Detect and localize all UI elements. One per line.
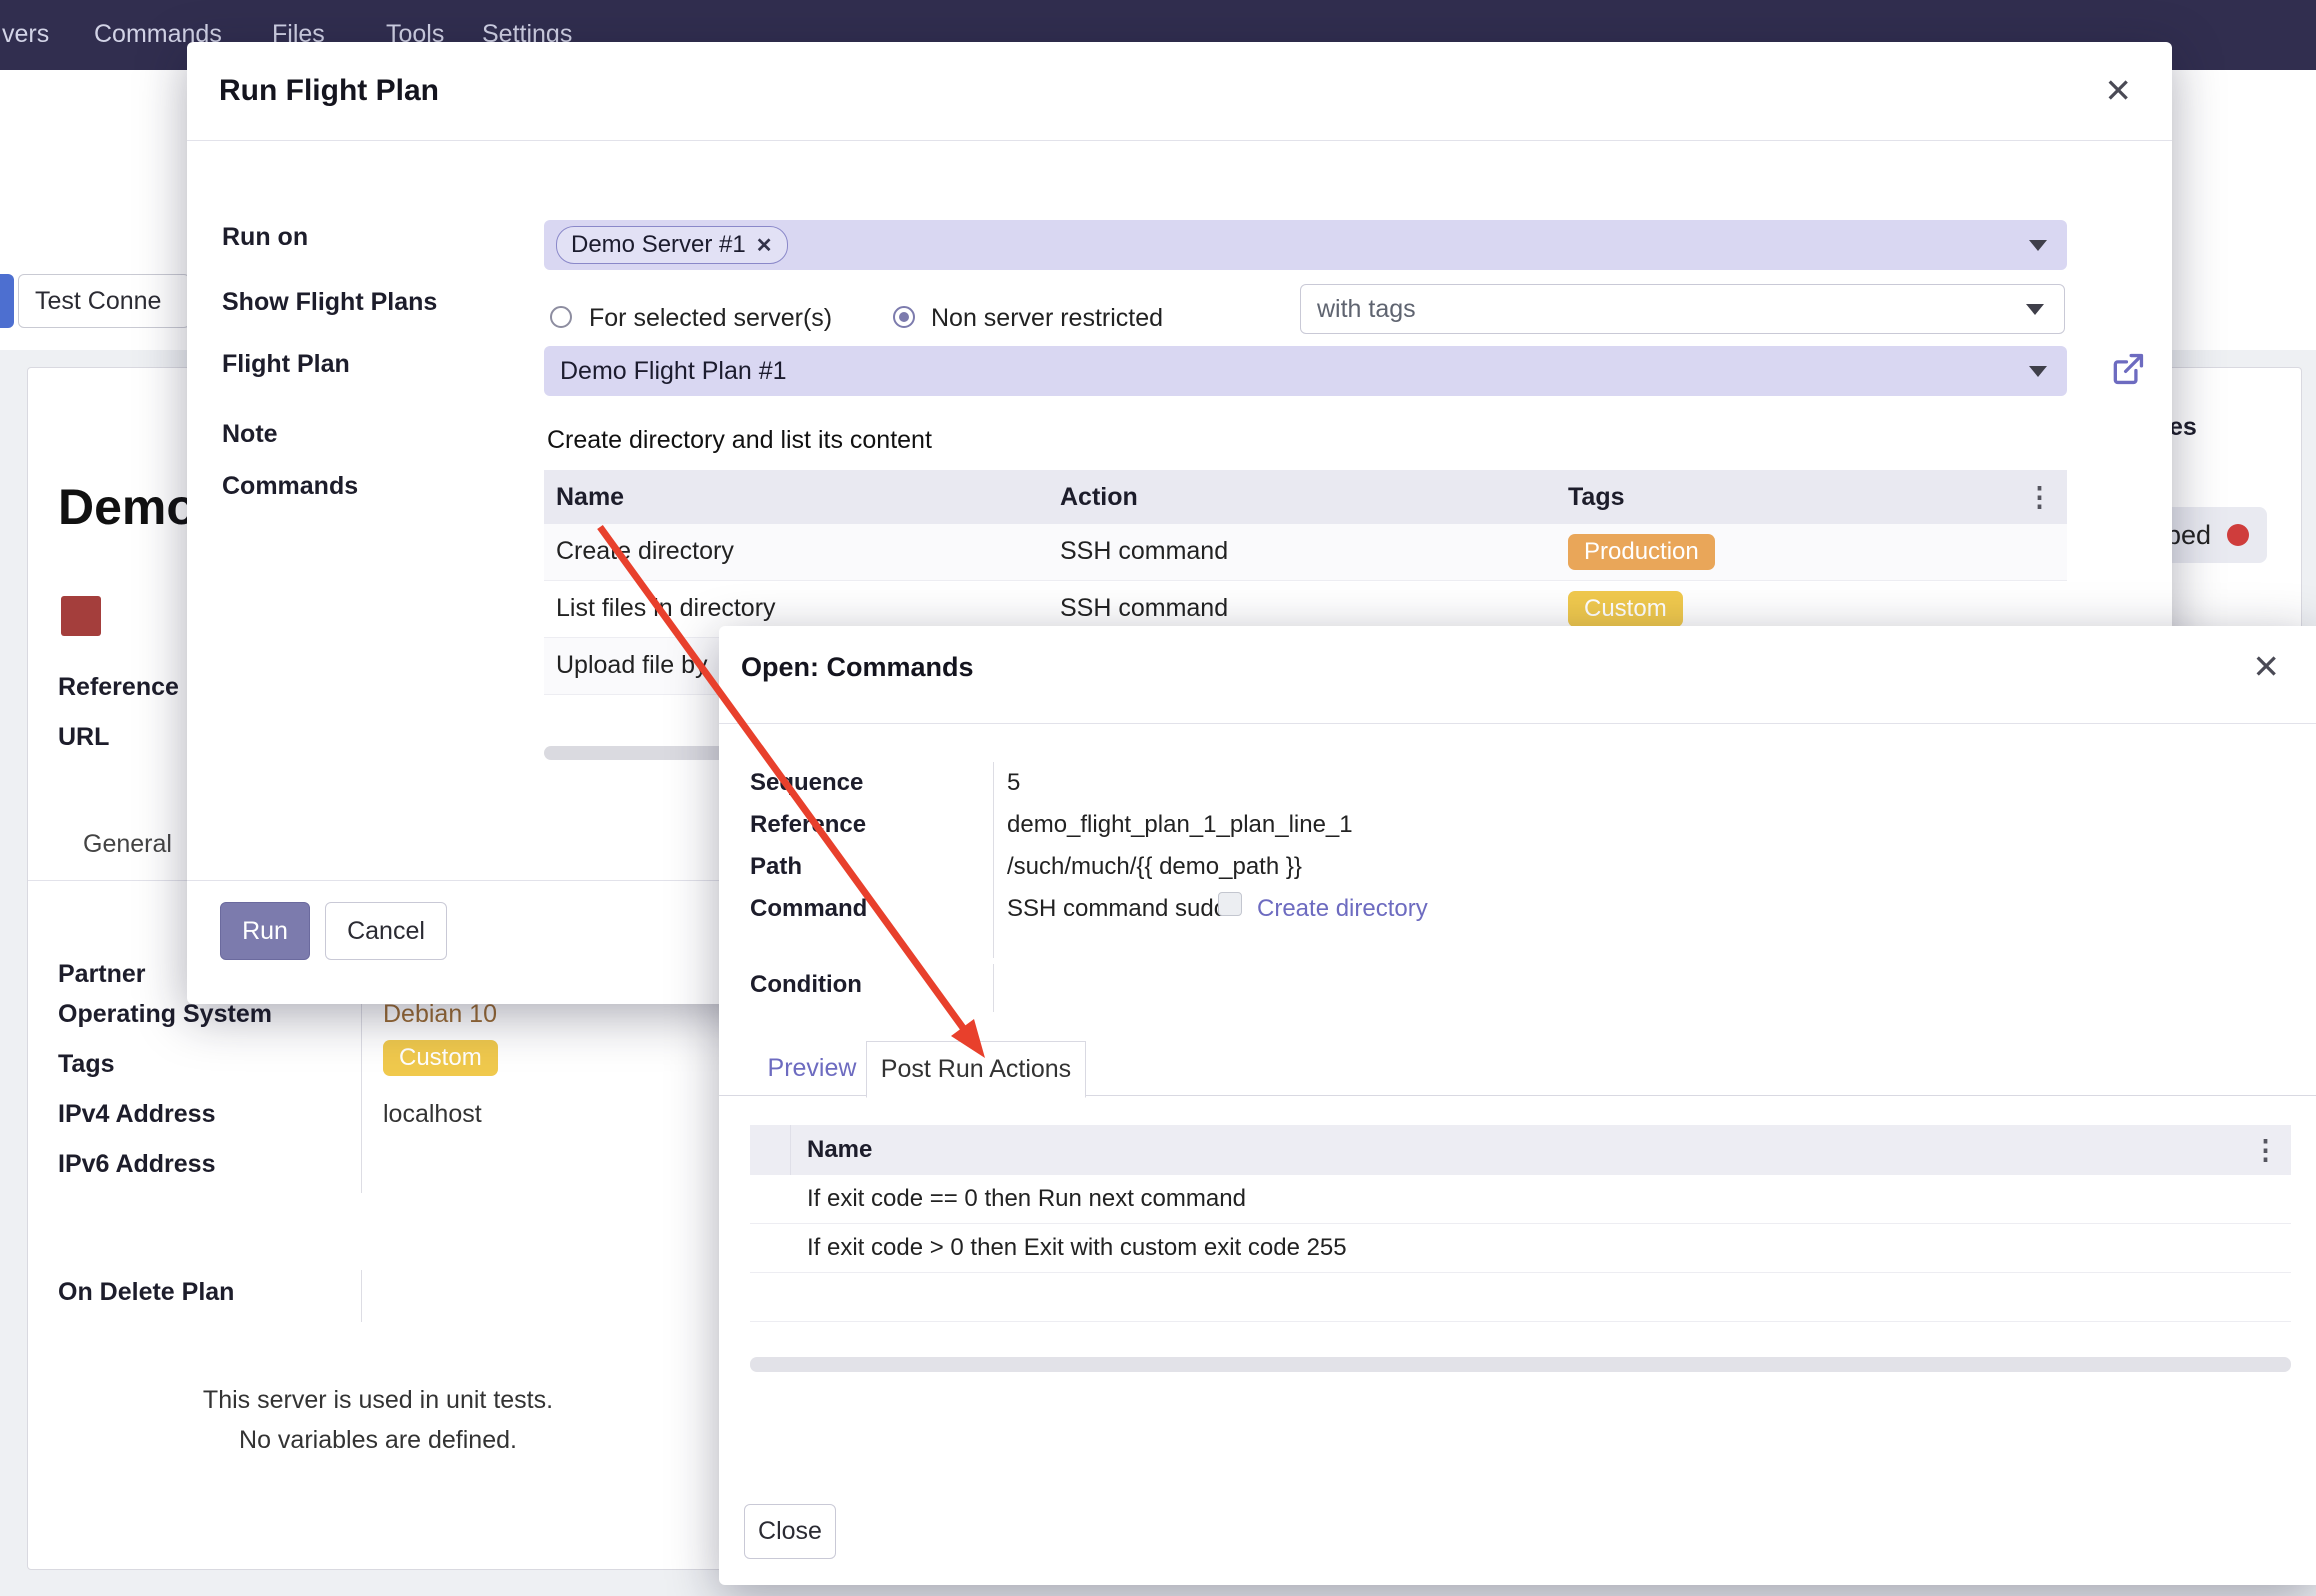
operating-system-label: Operating System — [58, 1000, 272, 1029]
external-link-icon[interactable] — [2109, 350, 2147, 393]
radio-for-selected-servers[interactable] — [550, 306, 572, 328]
nav-item-servers[interactable]: vers — [2, 20, 49, 49]
condition-label: Condition — [750, 971, 862, 999]
field-divider-2 — [361, 1270, 362, 1322]
radio-for-selected-servers-label[interactable]: For selected server(s) — [589, 304, 832, 333]
col-action: Action — [1060, 483, 1138, 512]
run-modal-title: Run Flight Plan — [219, 74, 439, 108]
commands-modal-title: Open: Commands — [741, 652, 974, 683]
command-label: Command — [750, 895, 867, 923]
server-notes: This server is used in unit tests. No va… — [58, 1380, 698, 1460]
run-on-select[interactable]: Demo Server #1 ✕ — [544, 220, 2067, 270]
tags-label: Tags — [58, 1050, 115, 1079]
reference-value: demo_flight_plan_1_plan_line_1 — [1007, 811, 1353, 839]
status-stopped-dot — [2227, 524, 2249, 546]
close-icon[interactable]: ✕ — [2252, 650, 2280, 683]
open-commands-modal: Open: Commands ✕ Sequence 5 Reference de… — [719, 626, 2316, 1585]
chevron-down-icon — [2029, 366, 2047, 377]
partial-blue-button[interactable] — [0, 274, 14, 328]
reference-label: Reference — [750, 811, 866, 839]
command-checkbox[interactable] — [1218, 892, 1242, 916]
selector-column — [750, 1125, 791, 1175]
chip-remove-icon[interactable]: ✕ — [756, 233, 773, 258]
chevron-down-icon — [2026, 304, 2044, 315]
tags-badge[interactable]: Custom — [383, 1040, 498, 1076]
commands-label: Commands — [222, 472, 358, 501]
row-name: Create directory — [556, 537, 734, 566]
col-name: Name — [807, 1136, 872, 1164]
command-link[interactable]: Create directory — [1257, 895, 1428, 923]
flight-plan-value: Demo Flight Plan #1 — [560, 357, 787, 386]
note-line-2: No variables are defined. — [58, 1420, 698, 1460]
ipv6-label: IPv6 Address — [58, 1150, 215, 1179]
field-divider — [993, 762, 994, 958]
cancel-button[interactable]: Cancel — [325, 902, 447, 960]
path-value: /such/much/{{ demo_path }} — [1007, 853, 1302, 881]
operating-system-value[interactable]: Debian 10 — [383, 1000, 497, 1029]
action-row[interactable]: If exit code > 0 then Exit with custom e… — [750, 1224, 2291, 1273]
table-row[interactable]: Create directory SSH command Production — [544, 524, 2067, 581]
flight-plan-label: Flight Plan — [222, 350, 350, 379]
color-swatch[interactable] — [61, 596, 101, 636]
action-row[interactable]: If exit code == 0 then Run next command — [750, 1175, 2291, 1224]
condition-divider — [993, 964, 994, 1012]
note-line-1: This server is used in unit tests. — [58, 1380, 698, 1420]
empty-row — [750, 1273, 2291, 1322]
radio-non-server-restricted[interactable] — [893, 306, 915, 328]
server-chip-label: Demo Server #1 — [571, 231, 746, 259]
command-value: SSH command sudo — [1007, 895, 1227, 923]
sequence-value: 5 — [1007, 769, 1020, 797]
row-name: List files in directory — [556, 594, 776, 623]
on-delete-plan-label: On Delete Plan — [58, 1278, 234, 1307]
path-label: Path — [750, 853, 802, 881]
ipv4-label: IPv4 Address — [58, 1100, 215, 1129]
tab-preview[interactable]: Preview — [767, 1041, 857, 1095]
row-tag-badge: Production — [1568, 534, 1715, 570]
reference-label: Reference — [58, 673, 179, 702]
note-label: Note — [222, 420, 278, 449]
tab-general[interactable]: General — [83, 830, 172, 859]
server-chip[interactable]: Demo Server #1 ✕ — [556, 226, 788, 264]
right-partial-text: es — [2169, 413, 2197, 442]
close-icon[interactable]: ✕ — [2104, 74, 2132, 107]
modal-header-divider — [719, 723, 2316, 724]
test-connection-button[interactable]: Test Conne — [18, 274, 190, 328]
row-action: SSH command — [1060, 594, 1228, 623]
row-tag-badge: Custom — [1568, 591, 1683, 627]
row-action: SSH command — [1060, 537, 1228, 566]
run-on-label: Run on — [222, 223, 308, 252]
action-row-text: If exit code == 0 then Run next command — [807, 1185, 1246, 1213]
kebab-menu-icon[interactable]: ⋮ — [2026, 484, 2053, 511]
tab-post-run-actions[interactable]: Post Run Actions — [866, 1041, 1086, 1098]
with-tags-placeholder: with tags — [1317, 295, 1416, 324]
show-flight-plans-label: Show Flight Plans — [222, 288, 437, 317]
partner-label: Partner — [58, 960, 146, 989]
horizontal-scrollbar[interactable] — [750, 1357, 2291, 1372]
sequence-label: Sequence — [750, 769, 863, 797]
commands-table-header: Name Action Tags ⋮ — [544, 470, 2067, 524]
server-heading: Demo — [58, 478, 197, 536]
row-name: Upload file by — [556, 651, 707, 680]
col-tags: Tags — [1568, 483, 1625, 512]
flight-plan-description: Create directory and list its content — [547, 426, 932, 455]
col-name: Name — [556, 483, 624, 512]
ipv4-value: localhost — [383, 1100, 482, 1129]
with-tags-select[interactable]: with tags — [1300, 284, 2065, 334]
actions-table-header: Name ⋮ — [750, 1125, 2291, 1175]
flight-plan-select[interactable]: Demo Flight Plan #1 — [544, 346, 2067, 396]
modal-header-divider — [187, 140, 2172, 141]
close-button[interactable]: Close — [744, 1504, 836, 1559]
run-button[interactable]: Run — [220, 902, 310, 960]
action-row-text: If exit code > 0 then Exit with custom e… — [807, 1234, 1347, 1262]
radio-non-server-restricted-label[interactable]: Non server restricted — [931, 304, 1163, 333]
url-label: URL — [58, 723, 109, 752]
screen: vers Commands Files Tools Settings Test … — [0, 0, 2316, 1596]
chevron-down-icon — [2029, 240, 2047, 251]
kebab-menu-icon[interactable]: ⋮ — [2252, 1137, 2279, 1164]
